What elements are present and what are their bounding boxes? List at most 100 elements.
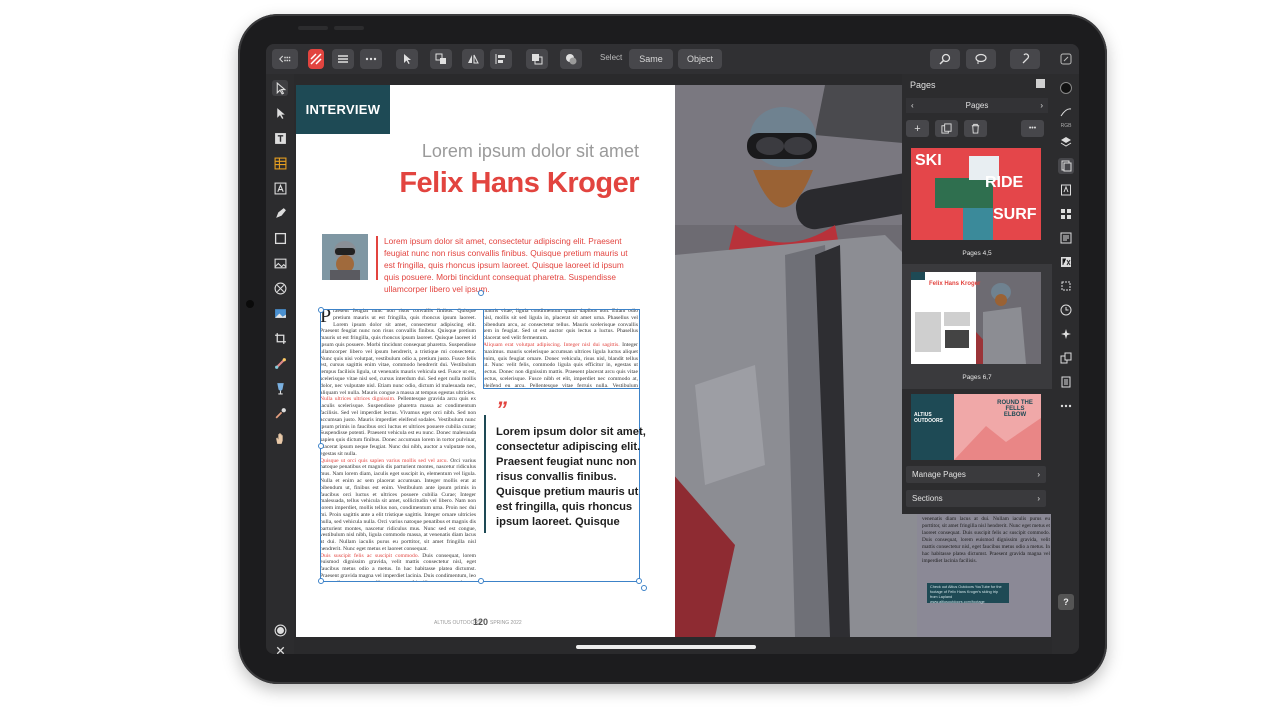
- thumb-headline: Felix Hans Kroger: [929, 281, 981, 287]
- effects-tab[interactable]: [1058, 254, 1074, 270]
- arrange-button[interactable]: [430, 49, 452, 69]
- artistic-text-tool[interactable]: [272, 180, 288, 196]
- thumb-title: ALTIUS OUTDOORS: [914, 412, 943, 424]
- delete-page-button[interactable]: [964, 120, 987, 137]
- swatches-tab[interactable]: [1058, 206, 1074, 222]
- view-tool[interactable]: [272, 430, 288, 446]
- effects-button[interactable]: [560, 49, 582, 69]
- sections-label: Sections: [912, 494, 943, 503]
- layers-tab[interactable]: [1058, 134, 1074, 150]
- transparency-tool[interactable]: [272, 380, 288, 396]
- left-page[interactable]: INTERVIEW Lorem ipsum dolor sit amet Fel…: [296, 85, 675, 637]
- record-button[interactable]: [272, 622, 288, 638]
- lasso-icon: [975, 53, 987, 64]
- home-indicator[interactable]: [576, 645, 756, 649]
- glass-icon: [276, 382, 284, 394]
- undo-button[interactable]: [1010, 49, 1040, 69]
- pen-tool[interactable]: [272, 205, 288, 221]
- text-styles-tab[interactable]: [1058, 230, 1074, 246]
- table-icon: [274, 157, 286, 169]
- collapse-toolbar-button[interactable]: [1058, 49, 1074, 69]
- assets-icon: [1060, 352, 1072, 364]
- spread-thumbnail-4-5[interactable]: SKI RIDE SURF: [911, 148, 1041, 240]
- character-tab[interactable]: [1058, 182, 1074, 198]
- history-tab[interactable]: [1058, 302, 1074, 318]
- ellipse-frame-tool[interactable]: [272, 280, 288, 296]
- text-frame-tool[interactable]: [272, 130, 288, 146]
- transform-tab[interactable]: [1058, 278, 1074, 294]
- fill-tool[interactable]: [272, 355, 288, 371]
- move-tool[interactable]: [272, 80, 288, 96]
- add-page-button[interactable]: +: [906, 120, 929, 137]
- close-tools-button[interactable]: [272, 642, 288, 654]
- spread-thumbnail-8-9[interactable]: ALTIUS OUTDOORS ROUND THE FELLS ELBOW: [911, 394, 1041, 460]
- lasso-button[interactable]: [966, 49, 996, 69]
- picture-frame-icon: [274, 258, 286, 268]
- swatches-icon: [1061, 209, 1071, 219]
- chevron-left-icon[interactable]: ‹: [911, 101, 914, 110]
- chevron-right-icon[interactable]: ›: [1040, 101, 1043, 110]
- menu-button[interactable]: [332, 49, 354, 69]
- ipad-button: [334, 26, 364, 30]
- color-swatch[interactable]: [1058, 80, 1074, 96]
- publisher-logo-icon: [310, 53, 322, 65]
- intro-paragraph: Lorem ipsum dolor sit amet, consectetur …: [384, 236, 628, 294]
- flip-button[interactable]: [462, 49, 484, 69]
- app-screen: Select Same Object INTERVIEW Lorem ipsum…: [266, 44, 1079, 654]
- hamburger-icon: [338, 55, 348, 63]
- duplicate-page-button[interactable]: [935, 120, 958, 137]
- intro-accent-bar: [376, 236, 378, 280]
- rectangle-icon: [274, 232, 286, 244]
- app-logo-icon[interactable]: [308, 49, 324, 69]
- resize-handle[interactable]: [636, 578, 642, 584]
- move-tool-button[interactable]: [396, 49, 418, 69]
- zoom-button[interactable]: [930, 49, 960, 69]
- shapes-icon: [566, 54, 577, 65]
- text-frame-icon: [274, 132, 286, 144]
- text-styles-icon: [1060, 232, 1072, 244]
- assets-tab[interactable]: [1058, 350, 1074, 366]
- gradient-icon: [274, 357, 286, 369]
- spread-thumbnail-6-7[interactable]: Felix Hans Kroger: [911, 272, 1041, 364]
- help-button[interactable]: ?: [1058, 594, 1074, 610]
- select-object-button[interactable]: Object: [678, 49, 722, 69]
- folio-right: SPRING 2022: [490, 620, 522, 626]
- navigator-tab[interactable]: [1058, 326, 1074, 342]
- manage-pages-row[interactable]: Manage Pages ›: [906, 466, 1046, 483]
- quote-mark: ”: [496, 397, 507, 422]
- thumb-heading: ROUND THE FELLS ELBOW: [997, 400, 1033, 418]
- boolean-button[interactable]: [526, 49, 548, 69]
- resize-handle[interactable]: [318, 443, 324, 449]
- text-frame-outline: [483, 309, 640, 389]
- crop-tool[interactable]: [272, 330, 288, 346]
- sections-row[interactable]: Sections ›: [906, 490, 1046, 507]
- fx-icon: [1061, 257, 1071, 267]
- documents-button[interactable]: [272, 49, 298, 69]
- page-options-button[interactable]: •••: [1021, 120, 1044, 137]
- resize-handle[interactable]: [478, 290, 484, 296]
- arrow-outline-icon: [276, 81, 286, 95]
- place-image-tool[interactable]: [272, 305, 288, 321]
- more-tabs-button[interactable]: [1058, 398, 1074, 414]
- rotate-handle[interactable]: [641, 585, 647, 591]
- section-tag: INTERVIEW: [296, 85, 390, 134]
- expand-panel-icon[interactable]: [1036, 79, 1045, 88]
- pages-tab[interactable]: [1058, 158, 1074, 174]
- node-tool[interactable]: [272, 105, 288, 121]
- resize-handle[interactable]: [318, 578, 324, 584]
- footage-note: Check out Altius Outdoors YouTube for th…: [927, 583, 1009, 604]
- color-picker-tool[interactable]: [272, 405, 288, 421]
- rectangle-tool[interactable]: [272, 230, 288, 246]
- picture-frame-tool[interactable]: [272, 255, 288, 271]
- flip-icon: [468, 54, 479, 64]
- align-button[interactable]: [490, 49, 512, 69]
- article-headline: Felix Hans Kroger: [399, 167, 639, 199]
- select-same-button[interactable]: Same: [629, 49, 673, 69]
- camera: [246, 300, 254, 308]
- more-button[interactable]: [360, 49, 382, 69]
- resize-handle[interactable]: [318, 307, 324, 313]
- resize-handle[interactable]: [478, 578, 484, 584]
- pages-nav: ‹ Pages ›: [906, 98, 1048, 113]
- text-frame-tab[interactable]: [1058, 374, 1074, 390]
- table-tool[interactable]: [272, 155, 288, 171]
